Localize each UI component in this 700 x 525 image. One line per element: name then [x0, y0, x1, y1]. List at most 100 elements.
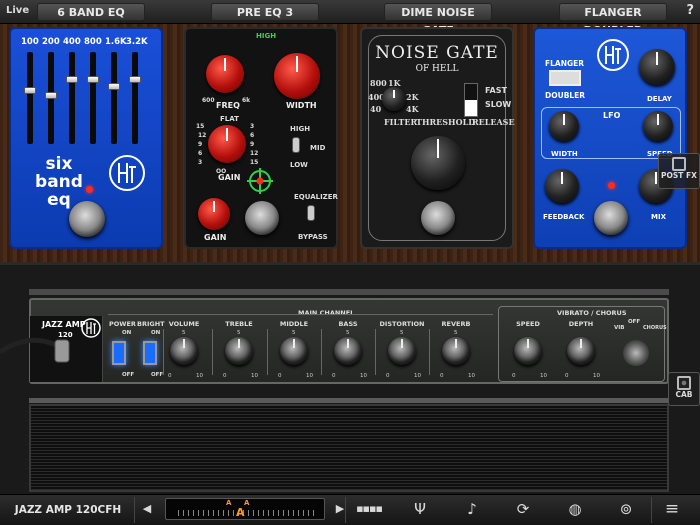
eq-slider-track-2: [69, 52, 75, 144]
live-label: Live: [6, 5, 30, 16]
preeq-switch-low-label: LOW: [290, 161, 308, 169]
gate-threshold-label: THRESHOLD: [416, 117, 476, 127]
amp-treble-knob[interactable]: [225, 337, 253, 365]
preeq-switch-high-label: HIGH: [290, 125, 311, 133]
eq-slider-2[interactable]: [66, 75, 78, 83]
eq-led-icon: [86, 186, 93, 193]
preeq-gain-scale-left-1: 12: [198, 132, 207, 139]
preset-name-button[interactable]: JAZZ AMP 120CFH: [12, 500, 124, 520]
amp-knob-scale-mid: 5: [292, 330, 296, 336]
eq-band-label-4: 1.6K: [105, 37, 127, 47]
gate-freq-label-2: 2K: [406, 92, 419, 102]
preeq-gain-knob[interactable]: [208, 125, 246, 163]
prev-preset-arrow-icon[interactable]: ◀: [140, 500, 154, 518]
tuner-fork-icon[interactable]: Ψ: [410, 500, 430, 518]
preeq-bypass-label: BYPASS: [298, 233, 328, 241]
preeq-high-label: HIGH: [256, 32, 277, 40]
lfo-label: LFO: [603, 111, 621, 120]
eq-slider-4[interactable]: [108, 82, 120, 90]
eq-slider-5[interactable]: [129, 75, 141, 83]
preeq-gain-scale-left-0: 15: [196, 123, 205, 130]
amp-knob-label-3: BASS: [338, 320, 358, 328]
gate-title-line2: OF HELL: [415, 64, 459, 74]
guitar-cable-icon: [0, 337, 70, 363]
gate-release-label: RELEASE: [472, 117, 515, 127]
stomp-slot-3-button[interactable]: DIME NOISE GATE: [384, 3, 492, 37]
post-fx-button[interactable]: POST FX: [658, 153, 700, 189]
eq-slider-track-0: [27, 52, 33, 144]
stomp-slot-2-button[interactable]: PRE EQ 3: [211, 3, 319, 21]
help-button[interactable]: ?: [686, 3, 694, 18]
flanger-width-knob[interactable]: [549, 111, 579, 141]
bright-switch[interactable]: [143, 341, 157, 365]
stomp-slot-1-button[interactable]: 6 BAND EQ: [37, 3, 145, 21]
cab-button[interactable]: CAB: [668, 372, 700, 406]
amp-knob-scale-scale_max: 10: [306, 373, 313, 379]
noise-gate-pedal: NOISE GATE OF HELL 1K 800 2K 400 4K 40 FAST S…: [360, 27, 515, 249]
preeq-width-label: WIDTH: [286, 101, 317, 110]
amp-middle-knob[interactable]: [280, 337, 308, 365]
flanger-mode-switch[interactable]: [549, 70, 581, 86]
preeq-footswitch[interactable]: [245, 201, 279, 235]
amp-knob-label-2: MIDDLE: [279, 320, 309, 328]
vibrato-knob-scale-scale_max: 10: [593, 373, 600, 379]
menu-icon[interactable]: ≡: [660, 500, 684, 518]
gate-freq-label-5: 40: [370, 104, 382, 114]
bright-on-label: ON: [151, 330, 161, 336]
flanger-speed-knob[interactable]: [643, 111, 673, 141]
eq-slider-1[interactable]: [45, 92, 57, 100]
preeq-gain2-knob[interactable]: [198, 198, 230, 230]
amp-volume-knob[interactable]: [170, 337, 198, 365]
preeq-bypass-switch[interactable]: [307, 205, 315, 221]
amp-knob-scale-mid: 5: [346, 330, 350, 336]
amp-reverb-knob[interactable]: [442, 337, 470, 365]
amp-distortion-knob[interactable]: [388, 337, 416, 365]
power-on-label: ON: [122, 330, 132, 336]
drum-icon[interactable]: ◍: [563, 500, 587, 518]
vibrato-speed-knob[interactable]: [514, 337, 542, 365]
vibrato-mode-switch[interactable]: [623, 340, 649, 366]
power-off-label: OFF: [122, 372, 135, 378]
tuner-display[interactable]: A A A: [165, 498, 325, 520]
preeq-gain-scale-left-4: 3: [198, 159, 203, 166]
amp-bass-knob[interactable]: [334, 337, 362, 365]
gate-title-line1: NOISE GATE: [375, 43, 499, 63]
flanger-feedback-knob[interactable]: [545, 169, 579, 203]
preeq-freq-knob[interactable]: [206, 55, 244, 93]
preeq-freq-scale-low: 600: [202, 97, 215, 104]
amp-knob-scale-scale_min: 0: [278, 373, 282, 379]
post-fx-label: POST FX: [661, 171, 697, 180]
preeq-gain-scale-right-1: 6: [250, 132, 255, 139]
vib-label: VIB: [614, 325, 625, 331]
gate-threshold-knob[interactable]: [411, 136, 465, 190]
eq-slider-3[interactable]: [87, 75, 99, 83]
gate-filter-knob[interactable]: [382, 87, 406, 111]
eq-slider-0[interactable]: [24, 86, 36, 94]
amp-knob-scale-mid: 5: [182, 330, 186, 336]
tape-recorder-icon[interactable]: ⊚: [614, 500, 638, 518]
preeq-width-knob[interactable]: [274, 53, 320, 99]
amplitube-window: Live 6 BAND EQ PRE EQ 3 DIME NOISE GATE …: [0, 0, 700, 525]
preeq-band-switch[interactable]: [292, 137, 300, 153]
amp-knob-scale-mid: 5: [454, 330, 458, 336]
power-switch[interactable]: [112, 341, 126, 365]
stomp-slot-4-button[interactable]: FLANGER DOUBLER: [559, 3, 667, 37]
preeq-gain-label: GAIN: [218, 173, 241, 182]
vibrato-depth-knob[interactable]: [567, 337, 595, 365]
loop-icon[interactable]: ⟳: [512, 500, 534, 518]
metronome-note-icon[interactable]: ♪: [462, 500, 482, 518]
gate-freq-label-1: 800: [370, 78, 387, 88]
amp-brand-logo-icon: [81, 318, 101, 338]
vibrato-knob-scale-scale_min: 0: [512, 373, 516, 379]
flanger-mode-label: FLANGER: [545, 59, 585, 68]
flanger-footswitch[interactable]: [594, 201, 628, 235]
flanger-delay-knob[interactable]: [639, 49, 675, 85]
preeq-gain-scale-left-2: 9: [198, 141, 203, 148]
signal-chain-icon[interactable]: ▪▪▪▪: [355, 500, 383, 518]
gate-release-switch[interactable]: [464, 83, 478, 117]
eq-footswitch[interactable]: [69, 201, 105, 237]
gate-footswitch[interactable]: [421, 201, 455, 235]
six-band-eq-pedal: 100 200 400 800 1.6K 3.2K six band eq: [9, 27, 163, 249]
amp-knob-label-1: TREBLE: [225, 320, 253, 328]
amp-knob-scale-mid: 5: [237, 330, 241, 336]
